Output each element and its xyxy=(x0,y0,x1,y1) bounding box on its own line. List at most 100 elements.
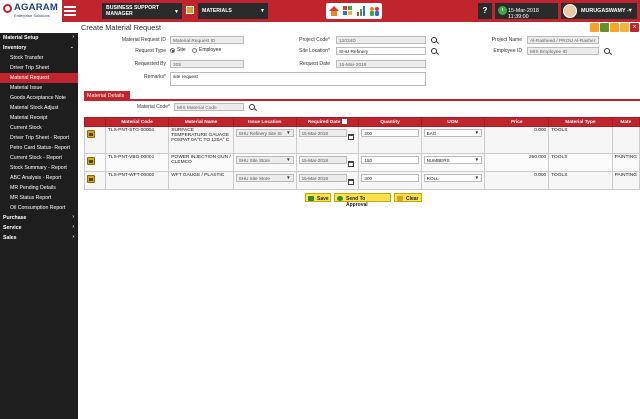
quantity-input[interactable]: 150 xyxy=(361,156,419,164)
project-name-input[interactable]: Al-Rasheed / PROU Al-Rasher xyxy=(527,36,599,44)
close-icon[interactable]: × xyxy=(630,23,639,32)
column-header-material-name[interactable]: Material Name xyxy=(168,117,234,127)
project-code-input[interactable]: 12034D xyxy=(336,36,426,44)
delete-row-icon[interactable] xyxy=(87,157,95,165)
sidebar-item-petro-card-status-report[interactable]: Petro Card Status- Report xyxy=(0,143,78,153)
material-code-input[interactable]: MIS Material Code xyxy=(174,103,244,111)
sidebar-item-label: Inventory xyxy=(3,45,27,51)
sidebar-item-material-setup[interactable]: Material Setup › xyxy=(0,33,78,43)
calendar-icon[interactable] xyxy=(347,178,354,185)
clear-button[interactable]: Clear xyxy=(394,193,422,202)
uom-select[interactable]: ROLL ▼ xyxy=(423,174,483,182)
page-title: Create Material Request xyxy=(81,23,162,32)
sidebar-item-label: Material Request xyxy=(10,75,50,81)
column-header-quantity[interactable]: Quantity xyxy=(358,117,422,127)
issue-location-select[interactable]: SHU Refinery Site St ▼ xyxy=(235,129,294,137)
material-request-id-input[interactable]: Material Request ID xyxy=(170,36,244,44)
uom-value: NUMBERS xyxy=(426,158,450,163)
users-icon[interactable] xyxy=(370,6,380,16)
sidebar-item-sales[interactable]: Sales › xyxy=(0,233,78,243)
save-button-label: Save xyxy=(317,195,329,202)
sidebar-item-mr-pending-details[interactable]: MR Pending Details xyxy=(0,183,78,193)
send-to-approval-button[interactable]: Send To Approval xyxy=(334,193,391,208)
sidebar-item-service[interactable]: Service › xyxy=(0,223,78,233)
sidebar-item-inventory[interactable]: Inventory ⌄ xyxy=(0,43,78,53)
sidebar-item-purchase[interactable]: Purchase › xyxy=(0,213,78,223)
site-location-input[interactable]: SHU Refinery xyxy=(336,47,426,55)
required-date-input[interactable]: 15-Mar-2018 xyxy=(298,129,347,137)
search-icon[interactable] xyxy=(249,104,256,111)
search-icon[interactable] xyxy=(431,37,438,44)
save-button[interactable]: Save xyxy=(305,193,331,202)
sidebar-item-stock-transfer[interactable]: Stock Transfer xyxy=(0,53,78,63)
remarks-textarea[interactable]: site request xyxy=(170,72,426,86)
sidebar-item-current-stock-report[interactable]: Current Stock - Report xyxy=(0,153,78,163)
sidebar-item-label: Material Setup xyxy=(3,35,39,41)
sidebar-item-driver-trip-sheet[interactable]: Driver Trip Sheet xyxy=(0,63,78,73)
list-view-icon[interactable] xyxy=(610,23,619,32)
calendar-icon[interactable] xyxy=(347,160,354,167)
sidebar-item-current-stock[interactable]: Current Stock xyxy=(0,123,78,133)
sidebar-item-goods-acceptance-note[interactable]: Goods Acceptance Note xyxy=(0,93,78,103)
project-name-label: Project Name xyxy=(491,37,522,43)
logo-tagline: Enterprise Solutions xyxy=(14,13,50,18)
request-type-employee-radio[interactable] xyxy=(192,48,197,53)
column-header-price[interactable]: Price xyxy=(484,117,550,127)
home-icon[interactable] xyxy=(329,6,339,16)
required-date-input[interactable]: 15-Mar-2018 xyxy=(298,156,347,164)
print-icon[interactable] xyxy=(590,23,599,32)
search-icon[interactable] xyxy=(604,48,611,55)
sidebar-item-abc-analysis-report[interactable]: ABC Analysis - Report xyxy=(0,173,78,183)
delete-row-icon[interactable] xyxy=(87,130,95,138)
sidebar-item-oil-consumption-report[interactable]: Oil Consumption Report xyxy=(0,203,78,213)
issue-location-select[interactable]: SHU Site Store ▼ xyxy=(235,156,294,164)
uom-select[interactable]: BAG ▼ xyxy=(423,129,483,137)
column-header-mate[interactable]: Mate xyxy=(611,117,640,127)
search-icon[interactable] xyxy=(431,48,438,55)
delete-row-icon[interactable] xyxy=(87,175,95,183)
approve-icon[interactable] xyxy=(600,23,609,32)
datetime-display: 15-Mar-2018 11:39:00 xyxy=(495,3,558,20)
context-label: MATERIALS xyxy=(202,8,232,14)
sidebar-item-material-stock-adjust[interactable]: Material Stock Adjust xyxy=(0,103,78,113)
hamburger-menu-icon[interactable] xyxy=(64,6,76,16)
sidebar-item-label: Current Stock xyxy=(10,125,42,131)
quick-icons xyxy=(326,3,382,19)
sidebar-item-label: Material Issue xyxy=(10,85,43,91)
quantity-input[interactable]: 200 xyxy=(361,129,419,137)
issue-location-select[interactable]: SHU Site Store ▼ xyxy=(235,174,294,182)
request-type-employee-label: Employee xyxy=(199,47,222,53)
sidebar-item-mr-status-report[interactable]: MR Status Report xyxy=(0,193,78,203)
check-circle-icon xyxy=(337,195,343,201)
context-selector[interactable]: MATERIALS ▼ xyxy=(198,3,268,19)
module-line2: MANAGER xyxy=(106,11,133,17)
sidebar-item-material-issue[interactable]: Material Issue xyxy=(0,83,78,93)
quantity-input[interactable]: 300 xyxy=(361,174,419,182)
column-header-material-code[interactable]: Material Code xyxy=(104,117,170,127)
sidebar-item-label: Driver Trip Sheet - Report xyxy=(10,135,70,141)
column-header-issue-location[interactable]: Issue Location xyxy=(232,117,297,127)
material-type-cell: TOOLS xyxy=(548,153,613,172)
sidebar-item-material-receipt[interactable]: Material Receipt xyxy=(0,113,78,123)
sidebar-item-stock-summary-report[interactable]: Stock Summary - Report xyxy=(0,163,78,173)
uom-select[interactable]: NUMBERS ▼ xyxy=(423,156,483,164)
column-header-required-date[interactable]: Required Date xyxy=(295,117,360,127)
sidebar-item-material-request[interactable]: Material Request xyxy=(0,73,78,83)
module-selector[interactable]: BUSINESS SUPPORT MANAGER ▼ xyxy=(102,3,182,19)
help-button[interactable]: ? xyxy=(478,3,492,19)
column-header-uom[interactable]: UOM xyxy=(420,117,486,127)
request-date-input[interactable]: 15-Mar-2018 xyxy=(336,60,426,68)
employee-id-input[interactable]: MIS Employee ID xyxy=(527,47,599,55)
requested-by-input[interactable]: 205 xyxy=(170,60,244,68)
column-header-material-type[interactable]: Material Type xyxy=(548,117,613,127)
request-type-site-radio[interactable] xyxy=(170,48,175,53)
send-button-label: Send To Approval xyxy=(346,195,368,208)
chart-icon[interactable] xyxy=(357,6,367,16)
calendar-icon[interactable] xyxy=(347,133,354,140)
user-menu[interactable]: MURUGASWAMY - ▼ xyxy=(561,3,637,19)
grid-icon[interactable] xyxy=(343,6,353,16)
apply-all-checkbox[interactable] xyxy=(342,119,348,125)
sidebar-item-driver-trip-sheet-report[interactable]: Driver Trip Sheet - Report xyxy=(0,133,78,143)
document-icon[interactable] xyxy=(620,23,629,32)
required-date-input[interactable]: 15-Mar-2018 xyxy=(298,174,347,182)
